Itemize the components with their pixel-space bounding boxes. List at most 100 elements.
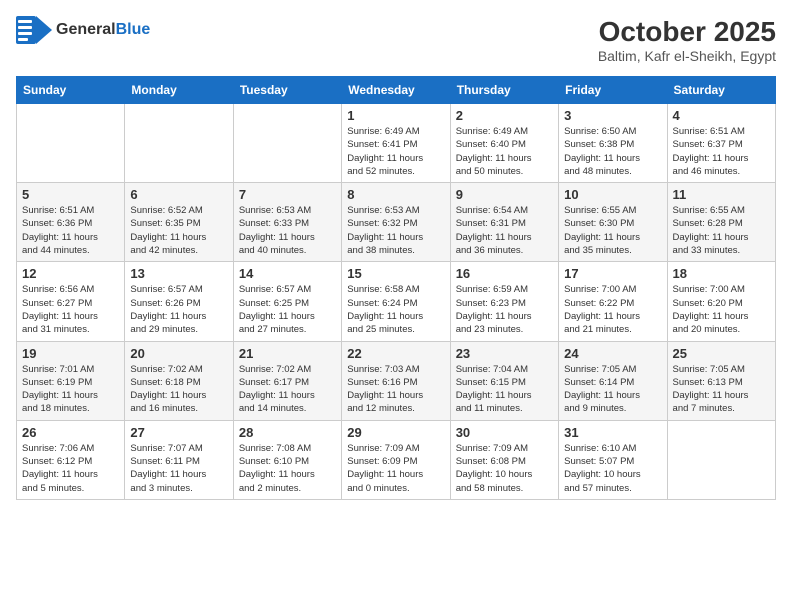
calendar-table: Sunday Monday Tuesday Wednesday Thursday… xyxy=(16,76,776,500)
day-info: Sunrise: 6:53 AM Sunset: 6:32 PM Dayligh… xyxy=(347,204,444,257)
day-info: Sunrise: 7:09 AM Sunset: 6:08 PM Dayligh… xyxy=(456,442,553,495)
day-number: 20 xyxy=(130,346,227,361)
calendar-cell: 5 Sunrise: 6:51 AM Sunset: 6:36 PM Daylig… xyxy=(17,183,125,262)
day-info: Sunrise: 7:02 AM Sunset: 6:18 PM Dayligh… xyxy=(130,363,227,416)
calendar-cell: 10 Sunrise: 6:55 AM Sunset: 6:30 PM Dayli… xyxy=(559,183,667,262)
calendar-cell: 13 Sunrise: 6:57 AM Sunset: 6:26 PM Dayli… xyxy=(125,262,233,341)
day-number: 13 xyxy=(130,266,227,281)
day-number: 26 xyxy=(22,425,119,440)
day-number: 30 xyxy=(456,425,553,440)
logo-icon xyxy=(16,16,52,44)
day-number: 8 xyxy=(347,187,444,202)
day-number: 7 xyxy=(239,187,336,202)
calendar-cell: 29 Sunrise: 7:09 AM Sunset: 6:09 PM Dayli… xyxy=(342,420,450,499)
day-info: Sunrise: 6:56 AM Sunset: 6:27 PM Dayligh… xyxy=(22,283,119,336)
day-number: 17 xyxy=(564,266,661,281)
day-info: Sunrise: 7:09 AM Sunset: 6:09 PM Dayligh… xyxy=(347,442,444,495)
calendar-cell: 24 Sunrise: 7:05 AM Sunset: 6:14 PM Dayli… xyxy=(559,341,667,420)
day-number: 25 xyxy=(673,346,770,361)
day-number: 18 xyxy=(673,266,770,281)
day-info: Sunrise: 7:06 AM Sunset: 6:12 PM Dayligh… xyxy=(22,442,119,495)
day-info: Sunrise: 6:49 AM Sunset: 6:41 PM Dayligh… xyxy=(347,125,444,178)
day-info: Sunrise: 7:02 AM Sunset: 6:17 PM Dayligh… xyxy=(239,363,336,416)
calendar-cell: 26 Sunrise: 7:06 AM Sunset: 6:12 PM Dayli… xyxy=(17,420,125,499)
day-number: 10 xyxy=(564,187,661,202)
day-info: Sunrise: 6:49 AM Sunset: 6:40 PM Dayligh… xyxy=(456,125,553,178)
logo-general-text: General xyxy=(56,21,116,39)
calendar-cell: 27 Sunrise: 7:07 AM Sunset: 6:11 PM Dayli… xyxy=(125,420,233,499)
day-info: Sunrise: 6:52 AM Sunset: 6:35 PM Dayligh… xyxy=(130,204,227,257)
calendar-cell: 17 Sunrise: 7:00 AM Sunset: 6:22 PM Dayli… xyxy=(559,262,667,341)
day-info: Sunrise: 7:05 AM Sunset: 6:13 PM Dayligh… xyxy=(673,363,770,416)
day-info: Sunrise: 6:55 AM Sunset: 6:28 PM Dayligh… xyxy=(673,204,770,257)
day-info: Sunrise: 6:54 AM Sunset: 6:31 PM Dayligh… xyxy=(456,204,553,257)
calendar-cell xyxy=(125,104,233,183)
calendar-week-row: 5 Sunrise: 6:51 AM Sunset: 6:36 PM Daylig… xyxy=(17,183,776,262)
calendar-cell: 15 Sunrise: 6:58 AM Sunset: 6:24 PM Dayli… xyxy=(342,262,450,341)
day-number: 23 xyxy=(456,346,553,361)
calendar-cell: 7 Sunrise: 6:53 AM Sunset: 6:33 PM Daylig… xyxy=(233,183,341,262)
day-number: 24 xyxy=(564,346,661,361)
day-info: Sunrise: 7:05 AM Sunset: 6:14 PM Dayligh… xyxy=(564,363,661,416)
day-number: 28 xyxy=(239,425,336,440)
day-number: 31 xyxy=(564,425,661,440)
header-wednesday: Wednesday xyxy=(342,77,450,104)
day-number: 3 xyxy=(564,108,661,123)
calendar-cell: 14Sunrise: 6:57 AM Sunset: 6:25 PM Dayli… xyxy=(233,262,341,341)
calendar-subtitle: Baltim, Kafr el-Sheikh, Egypt xyxy=(598,48,776,64)
day-number: 2 xyxy=(456,108,553,123)
calendar-week-row: 19Sunrise: 7:01 AM Sunset: 6:19 PM Dayli… xyxy=(17,341,776,420)
day-info: Sunrise: 6:50 AM Sunset: 6:38 PM Dayligh… xyxy=(564,125,661,178)
calendar-cell: 23Sunrise: 7:04 AM Sunset: 6:15 PM Dayli… xyxy=(450,341,558,420)
calendar-cell: 16Sunrise: 6:59 AM Sunset: 6:23 PM Dayli… xyxy=(450,262,558,341)
day-info: Sunrise: 6:51 AM Sunset: 6:36 PM Dayligh… xyxy=(22,204,119,257)
day-info: Sunrise: 6:58 AM Sunset: 6:24 PM Dayligh… xyxy=(347,283,444,336)
calendar-week-row: 26 Sunrise: 7:06 AM Sunset: 6:12 PM Dayli… xyxy=(17,420,776,499)
day-info: Sunrise: 6:57 AM Sunset: 6:26 PM Dayligh… xyxy=(130,283,227,336)
day-number: 11 xyxy=(673,187,770,202)
day-number: 6 xyxy=(130,187,227,202)
calendar-cell: 1 Sunrise: 6:49 AM Sunset: 6:41 PM Daylig… xyxy=(342,104,450,183)
calendar-cell: 6 Sunrise: 6:52 AM Sunset: 6:35 PM Daylig… xyxy=(125,183,233,262)
day-number: 21 xyxy=(239,346,336,361)
header-sunday: Sunday xyxy=(17,77,125,104)
calendar-cell: 22 Sunrise: 7:03 AM Sunset: 6:16 PM Dayli… xyxy=(342,341,450,420)
day-number: 14 xyxy=(239,266,336,281)
day-number: 15 xyxy=(347,266,444,281)
logo: General Blue xyxy=(16,16,150,44)
page-header: General Blue October 2025 Baltim, Kafr e… xyxy=(16,16,776,64)
calendar-cell: 25 Sunrise: 7:05 AM Sunset: 6:13 PM Dayli… xyxy=(667,341,775,420)
calendar-cell xyxy=(17,104,125,183)
day-info: Sunrise: 7:07 AM Sunset: 6:11 PM Dayligh… xyxy=(130,442,227,495)
calendar-week-row: 12Sunrise: 6:56 AM Sunset: 6:27 PM Dayli… xyxy=(17,262,776,341)
calendar-title: October 2025 xyxy=(598,16,776,48)
calendar-cell: 28 Sunrise: 7:08 AM Sunset: 6:10 PM Dayli… xyxy=(233,420,341,499)
header-friday: Friday xyxy=(559,77,667,104)
header-saturday: Saturday xyxy=(667,77,775,104)
day-info: Sunrise: 6:55 AM Sunset: 6:30 PM Dayligh… xyxy=(564,204,661,257)
calendar-cell: 30 Sunrise: 7:09 AM Sunset: 6:08 PM Dayli… xyxy=(450,420,558,499)
day-number: 19 xyxy=(22,346,119,361)
day-info: Sunrise: 6:53 AM Sunset: 6:33 PM Dayligh… xyxy=(239,204,336,257)
day-number: 9 xyxy=(456,187,553,202)
day-number: 27 xyxy=(130,425,227,440)
calendar-cell xyxy=(667,420,775,499)
calendar-cell: 8 Sunrise: 6:53 AM Sunset: 6:32 PM Daylig… xyxy=(342,183,450,262)
day-number: 16 xyxy=(456,266,553,281)
day-info: Sunrise: 7:00 AM Sunset: 6:20 PM Dayligh… xyxy=(673,283,770,336)
calendar-week-row: 1 Sunrise: 6:49 AM Sunset: 6:41 PM Daylig… xyxy=(17,104,776,183)
calendar-cell: 12Sunrise: 6:56 AM Sunset: 6:27 PM Dayli… xyxy=(17,262,125,341)
header-thursday: Thursday xyxy=(450,77,558,104)
header-tuesday: Tuesday xyxy=(233,77,341,104)
calendar-cell: 20 Sunrise: 7:02 AM Sunset: 6:18 PM Dayli… xyxy=(125,341,233,420)
day-info: Sunrise: 6:10 AM Sunset: 5:07 PM Dayligh… xyxy=(564,442,661,495)
calendar-cell: 4Sunrise: 6:51 AM Sunset: 6:37 PM Daylig… xyxy=(667,104,775,183)
day-info: Sunrise: 7:00 AM Sunset: 6:22 PM Dayligh… xyxy=(564,283,661,336)
day-number: 5 xyxy=(22,187,119,202)
day-info: Sunrise: 7:08 AM Sunset: 6:10 PM Dayligh… xyxy=(239,442,336,495)
day-number: 22 xyxy=(347,346,444,361)
calendar-cell: 18 Sunrise: 7:00 AM Sunset: 6:20 PM Dayli… xyxy=(667,262,775,341)
day-number: 29 xyxy=(347,425,444,440)
day-info: Sunrise: 7:03 AM Sunset: 6:16 PM Dayligh… xyxy=(347,363,444,416)
day-number: 1 xyxy=(347,108,444,123)
